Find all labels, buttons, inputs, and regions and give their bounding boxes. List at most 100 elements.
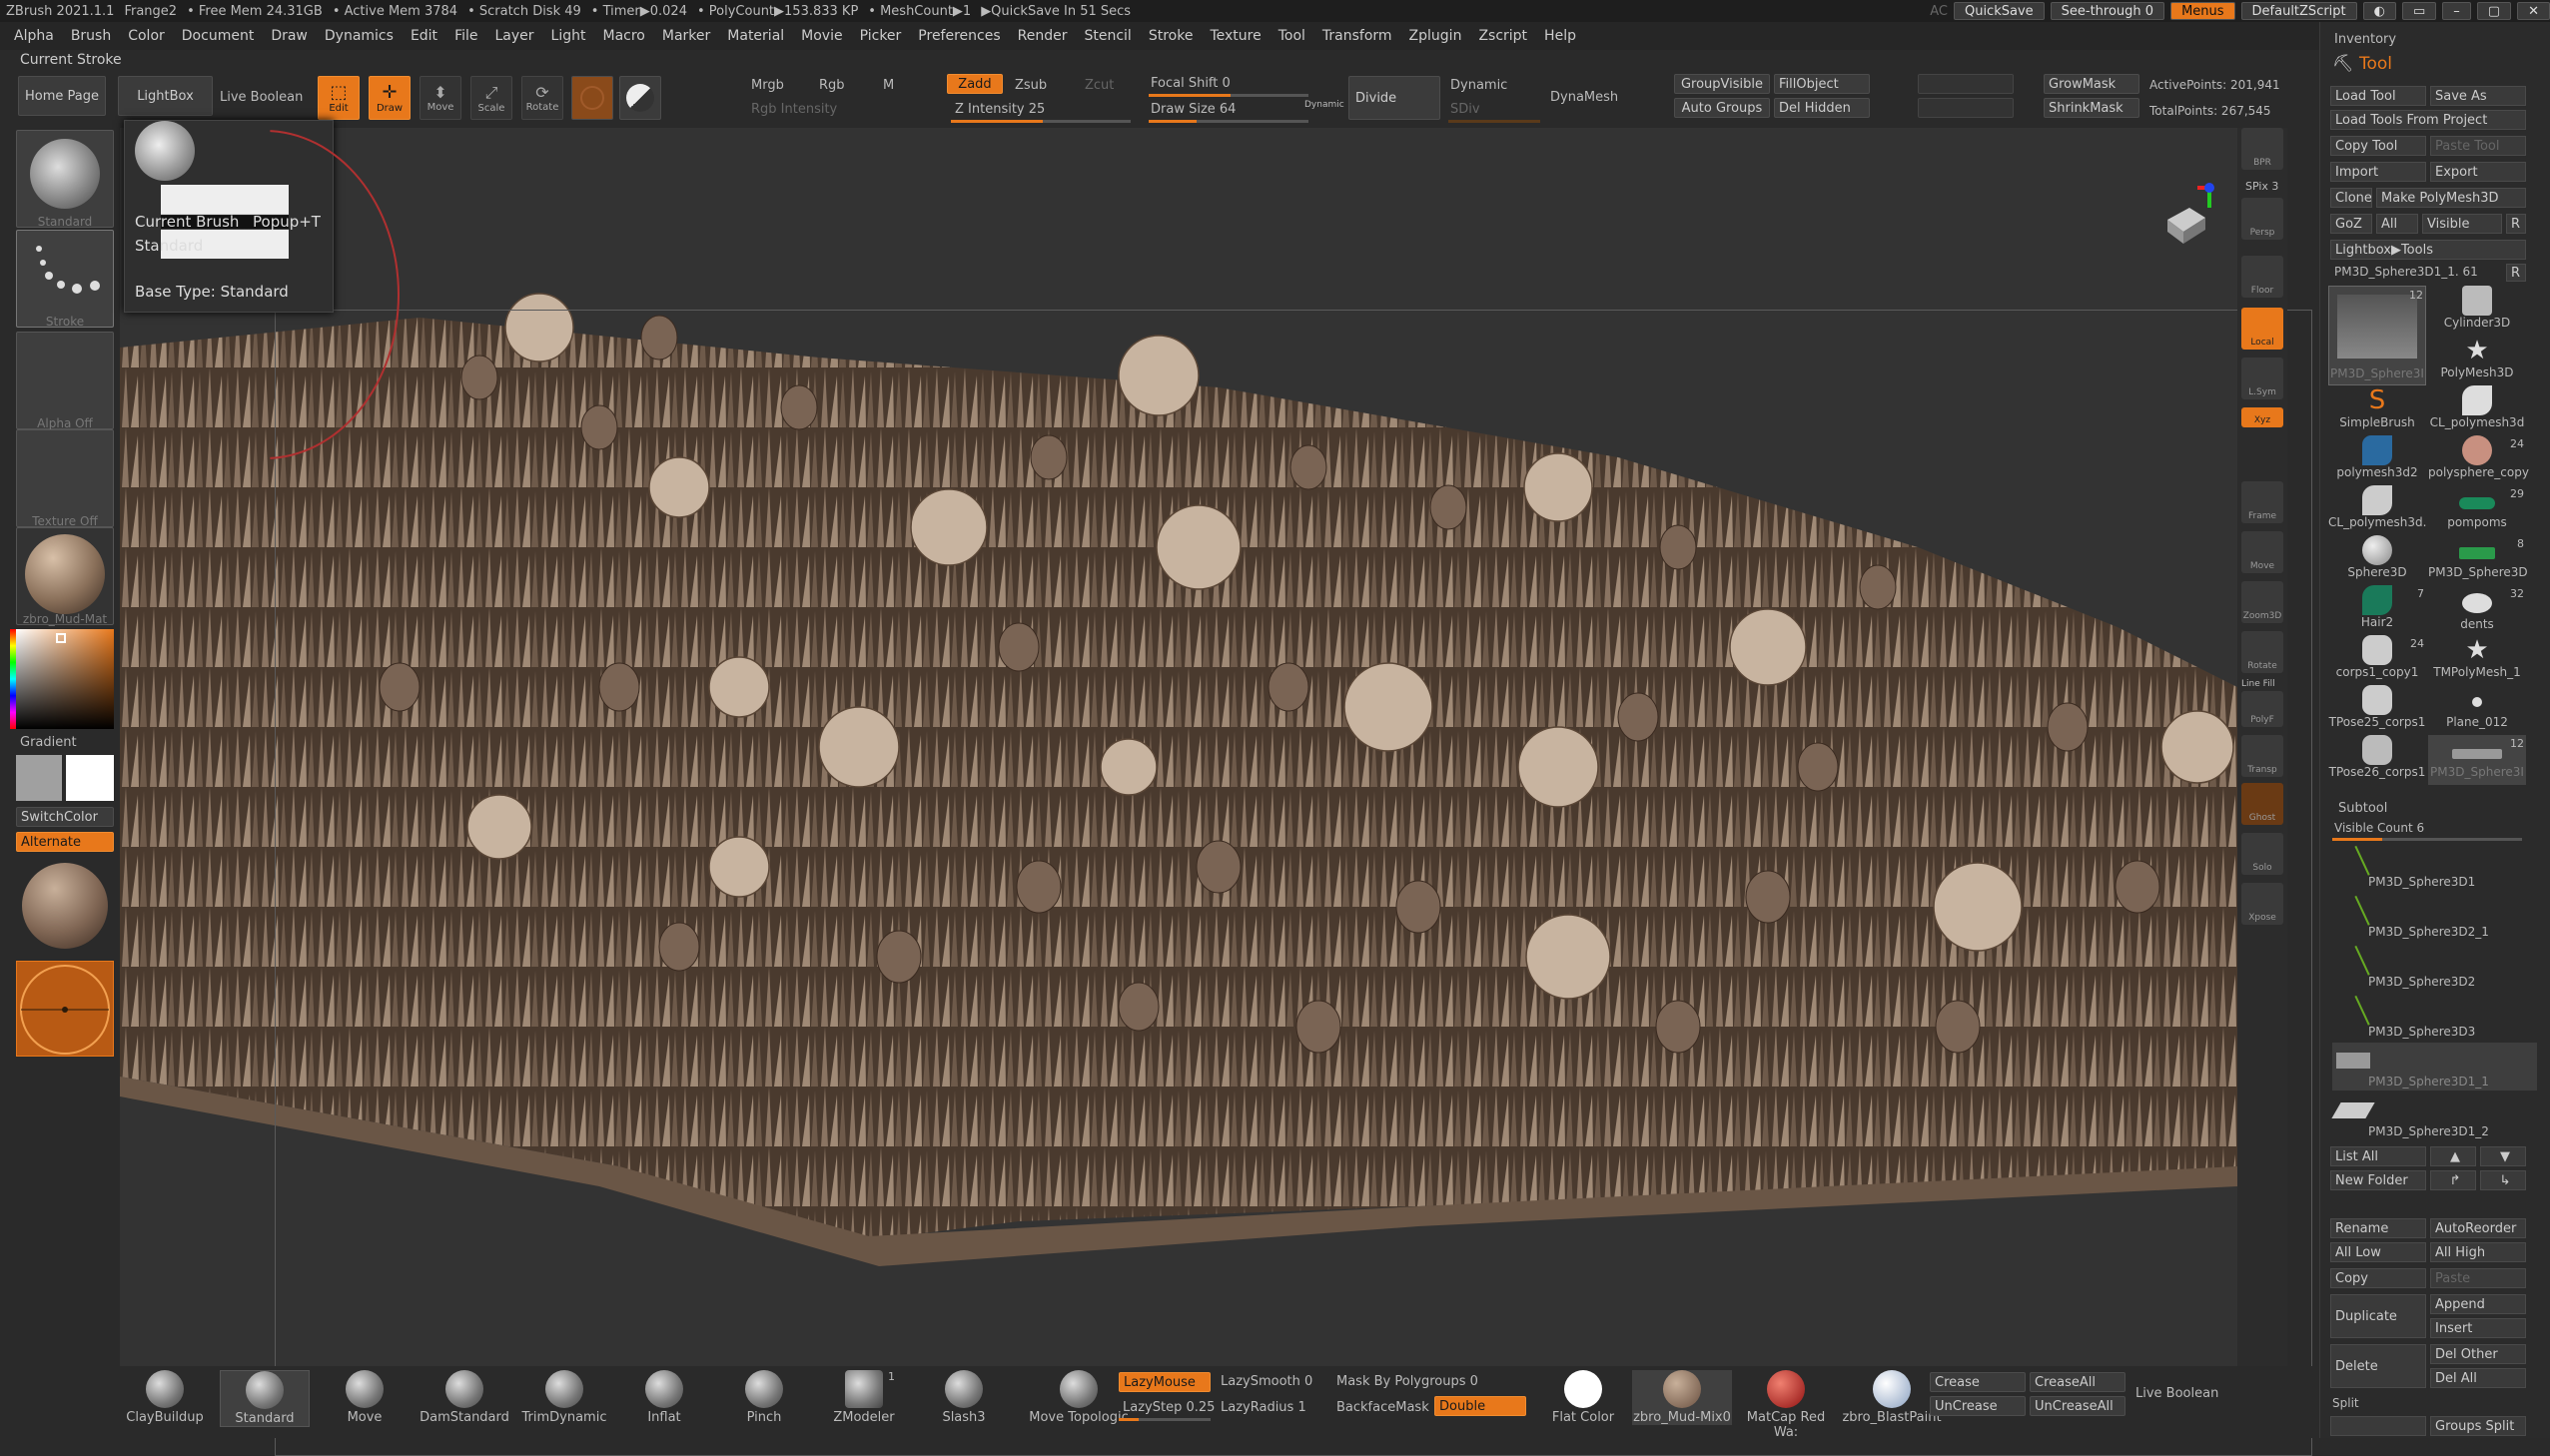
brush-trimdynamic[interactable]: TrimDynamic: [519, 1370, 609, 1425]
layout-icon[interactable]: ▭: [2402, 2, 2437, 20]
zoom3d-button[interactable]: Zoom3D: [2241, 581, 2283, 623]
focal-shift-track[interactable]: [1149, 94, 1308, 97]
menu-transform[interactable]: Transform: [1322, 28, 1392, 44]
texture-sphere-icon[interactable]: [619, 76, 661, 120]
current-tool-slider[interactable]: PM3D_Sphere3D1_1. 61: [2334, 265, 2478, 279]
material-matcap-red-wax[interactable]: MatCap Red Wa:: [1734, 1370, 1838, 1440]
rotate-mode-button[interactable]: ⟳ Rotate: [521, 76, 563, 120]
menu-tool[interactable]: Tool: [1278, 28, 1305, 44]
shrinkmask-button[interactable]: ShrinkMask: [2044, 98, 2139, 118]
growmask-button[interactable]: GrowMask: [2044, 74, 2139, 94]
tool-pm3d-sphere-2[interactable]: PM3D_Sphere3I 12: [2428, 735, 2526, 785]
close-icon[interactable]: ✕: [2517, 2, 2550, 20]
double-toggle[interactable]: Double: [1434, 1396, 1526, 1416]
secondary-color-swatch[interactable]: [16, 755, 62, 801]
save-as-button[interactable]: Save As: [2430, 86, 2526, 106]
material-zbro-mud[interactable]: zbro_Mud-Mix0: [1632, 1370, 1732, 1425]
menu-dynamics[interactable]: Dynamics: [325, 28, 394, 44]
material-sphere-icon[interactable]: [571, 76, 613, 120]
autoreorder-button[interactable]: AutoReorder: [2430, 1218, 2526, 1238]
rgb-intensity-slider[interactable]: Rgb Intensity: [751, 102, 837, 117]
move-mode-button[interactable]: ⬍ Move: [420, 76, 461, 120]
live-boolean-toggle[interactable]: Live Boolean: [220, 90, 303, 105]
folder-out-icon[interactable]: ↳: [2480, 1170, 2526, 1190]
menus-toggle[interactable]: Menus: [2170, 2, 2235, 20]
load-tools-from-project-button[interactable]: Load Tools From Project: [2330, 110, 2526, 130]
creaseall-button[interactable]: CreaseAll: [2030, 1372, 2125, 1392]
menu-color[interactable]: Color: [128, 28, 165, 44]
zcut-button[interactable]: Zcut: [1085, 78, 1114, 93]
menu-zplugin[interactable]: Zplugin: [1409, 28, 1462, 44]
brush-standard-active[interactable]: Standard: [220, 1370, 310, 1427]
draw-size-slider[interactable]: Draw Size 64: [1151, 102, 1236, 117]
all-high-button[interactable]: All High: [2430, 1242, 2526, 1262]
subtool-row-4[interactable]: PM3D_Sphere3D3: [2332, 993, 2537, 1041]
menu-brush[interactable]: Brush: [71, 28, 111, 44]
persp-button[interactable]: Persp: [2241, 198, 2283, 240]
focal-shift-slider[interactable]: Focal Shift 0: [1151, 76, 1231, 91]
crease-button[interactable]: Crease: [1930, 1372, 2026, 1392]
tool-corps1-copy1[interactable]: corps1_copy1 24: [2328, 635, 2426, 685]
brush-damstandard[interactable]: DamStandard: [420, 1370, 509, 1425]
all-low-button[interactable]: All Low: [2330, 1242, 2426, 1262]
ghost-button[interactable]: Ghost: [2241, 783, 2283, 825]
seethrough-slider[interactable]: See-through 0: [2050, 2, 2165, 20]
move-down-arrow-icon[interactable]: ▼: [2480, 1146, 2526, 1166]
spix-slider[interactable]: SPix 3: [2245, 180, 2278, 193]
maximize-icon[interactable]: ▢: [2476, 2, 2512, 20]
mask-by-polygroups-slider[interactable]: Mask By Polygroups 0: [1336, 1374, 1478, 1389]
make-polymesh-button[interactable]: Make PolyMesh3D: [2376, 188, 2526, 208]
material-ball-preview[interactable]: [16, 857, 114, 955]
visible-count-track[interactable]: [2332, 838, 2522, 841]
dynamesh-button[interactable]: DynaMesh: [1550, 90, 1618, 105]
bpr-button[interactable]: BPR: [2241, 128, 2283, 170]
new-folder-button[interactable]: New Folder: [2330, 1170, 2426, 1190]
tool-palette-title[interactable]: ⛏ Tool: [2332, 54, 2392, 74]
sdiv-track[interactable]: [1448, 120, 1540, 123]
primary-color-swatch[interactable]: [66, 755, 114, 801]
goz-all-button[interactable]: All: [2376, 214, 2418, 234]
m-button[interactable]: M: [883, 78, 894, 93]
zsub-button[interactable]: Zsub: [1015, 78, 1047, 93]
append-button[interactable]: Append: [2430, 1294, 2526, 1314]
paste-tool-button[interactable]: Paste Tool: [2430, 136, 2526, 156]
tool-tpose26[interactable]: TPose26_corps1: [2328, 735, 2426, 785]
subtool-row-2[interactable]: PM3D_Sphere3D2_1: [2332, 893, 2537, 941]
tool-pm3d-sphere3d[interactable]: PM3D_Sphere3D 8: [2428, 535, 2528, 585]
menu-light[interactable]: Light: [551, 28, 586, 44]
menu-material[interactable]: Material: [727, 28, 784, 44]
material-flat-color[interactable]: Flat Color: [1538, 1370, 1628, 1425]
visible-count-slider[interactable]: Visible Count 6: [2334, 821, 2424, 835]
duplicate-button[interactable]: Duplicate: [2330, 1294, 2426, 1338]
menu-zscript[interactable]: Zscript: [1478, 28, 1527, 44]
z-intensity-track[interactable]: [951, 120, 1131, 123]
edit-mode-button[interactable]: ⬚ Edit: [318, 76, 360, 120]
rotate-view-button[interactable]: Rotate: [2241, 631, 2283, 673]
alpha-thumbnail[interactable]: Alpha Off: [16, 332, 114, 430]
tool-tpose25[interactable]: TPose25_corps1: [2328, 685, 2426, 735]
draw-mode-button[interactable]: ✛ Draw: [369, 76, 411, 120]
list-all-button[interactable]: List All: [2330, 1146, 2426, 1166]
divide-button[interactable]: Divide: [1348, 76, 1440, 120]
tool-cylinder3d[interactable]: Cylinder3D: [2428, 286, 2526, 336]
menu-macro[interactable]: Macro: [603, 28, 645, 44]
local-button[interactable]: Local: [2241, 308, 2283, 350]
transp-button[interactable]: Transp: [2241, 735, 2283, 777]
auto-groups-button[interactable]: Auto Groups: [1674, 98, 1770, 118]
insert-button[interactable]: Insert: [2430, 1318, 2526, 1338]
del-hidden-button[interactable]: Del Hidden: [1774, 98, 1870, 118]
tool-polymesh3d2[interactable]: polymesh3d2: [2328, 435, 2426, 485]
brush-thumbnail[interactable]: Standard: [16, 130, 114, 229]
menu-stroke[interactable]: Stroke: [1149, 28, 1194, 44]
menu-alpha[interactable]: Alpha: [14, 28, 54, 44]
fillobject-button[interactable]: FillObject: [1774, 74, 1870, 94]
split-hidden-button[interactable]: [2330, 1416, 2426, 1436]
goz-button[interactable]: GoZ: [2330, 214, 2372, 234]
paste-subtool-button[interactable]: Paste: [2430, 1268, 2526, 1288]
solo-button[interactable]: Solo: [2241, 833, 2283, 875]
canvas-viewport[interactable]: [120, 128, 2312, 1456]
split-header[interactable]: Split: [2332, 1396, 2359, 1410]
scale-mode-button[interactable]: ⤢ Scale: [470, 76, 512, 120]
lsym-button[interactable]: L.Sym: [2241, 358, 2283, 399]
menu-file[interactable]: File: [454, 28, 477, 44]
